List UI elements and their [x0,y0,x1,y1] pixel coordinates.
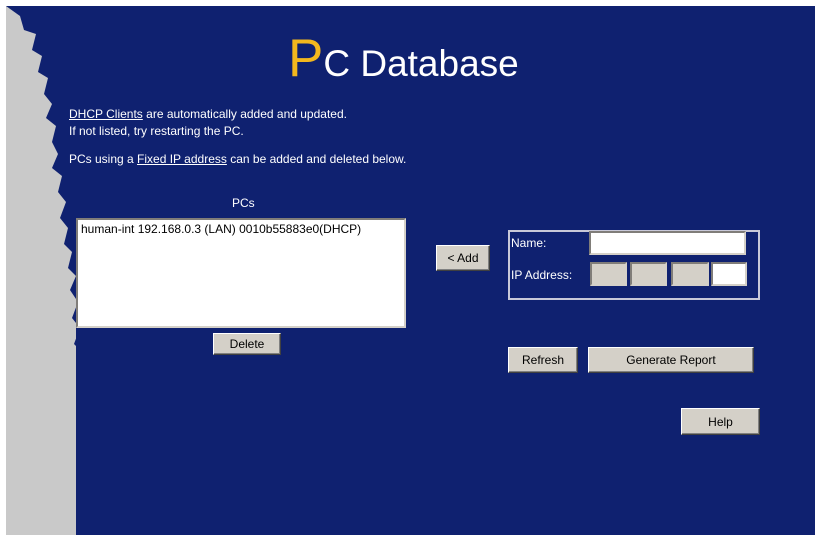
title-rest: C Database [323,43,519,84]
pc-list-item[interactable]: human-int 192.168.0.3 (LAN) 0010b55883e0… [78,220,404,238]
coastline-decoration [6,6,76,535]
ip-octet-3-input[interactable] [671,262,709,286]
ip-address-label: IP Address: [511,268,573,282]
ip-octet-2-input[interactable] [630,262,667,286]
page-title: PC Database [288,28,519,89]
title-initial: P [288,29,324,88]
fixed-ip-link[interactable]: Fixed IP address [137,152,227,166]
pcs-listbox[interactable]: human-int 192.168.0.3 (LAN) 0010b55883e0… [76,218,406,328]
fixed-ip-prefix: PCs using a [69,152,138,166]
ip-octet-1-input[interactable] [590,262,627,286]
generate-report-button[interactable]: Generate Report [588,347,754,373]
ip-octet-4-input[interactable] [711,262,747,286]
refresh-button[interactable]: Refresh [508,347,578,373]
help-button[interactable]: Help [681,408,760,435]
fixed-ip-suffix: can be added and deleted below. [226,152,407,166]
pcs-list-label: PCs [232,196,255,210]
add-button[interactable]: < Add [436,245,490,271]
dhcp-info-text: are automatically added and updated. [142,107,347,121]
delete-button[interactable]: Delete [213,333,281,355]
fixed-ip-info-line: PCs using a Fixed IP address can be adde… [69,152,406,166]
dhcp-info-line: DHCP Clients are automatically added and… [69,107,347,121]
content-panel: PC Database DHCP Clients are automatical… [6,6,815,535]
dhcp-clients-link[interactable]: DHCP Clients [69,107,143,121]
name-input[interactable] [589,231,746,255]
name-label: Name: [511,236,547,250]
restart-info-text: If not listed, try restarting the PC. [69,124,244,138]
page: PC Database DHCP Clients are automatical… [0,0,817,537]
